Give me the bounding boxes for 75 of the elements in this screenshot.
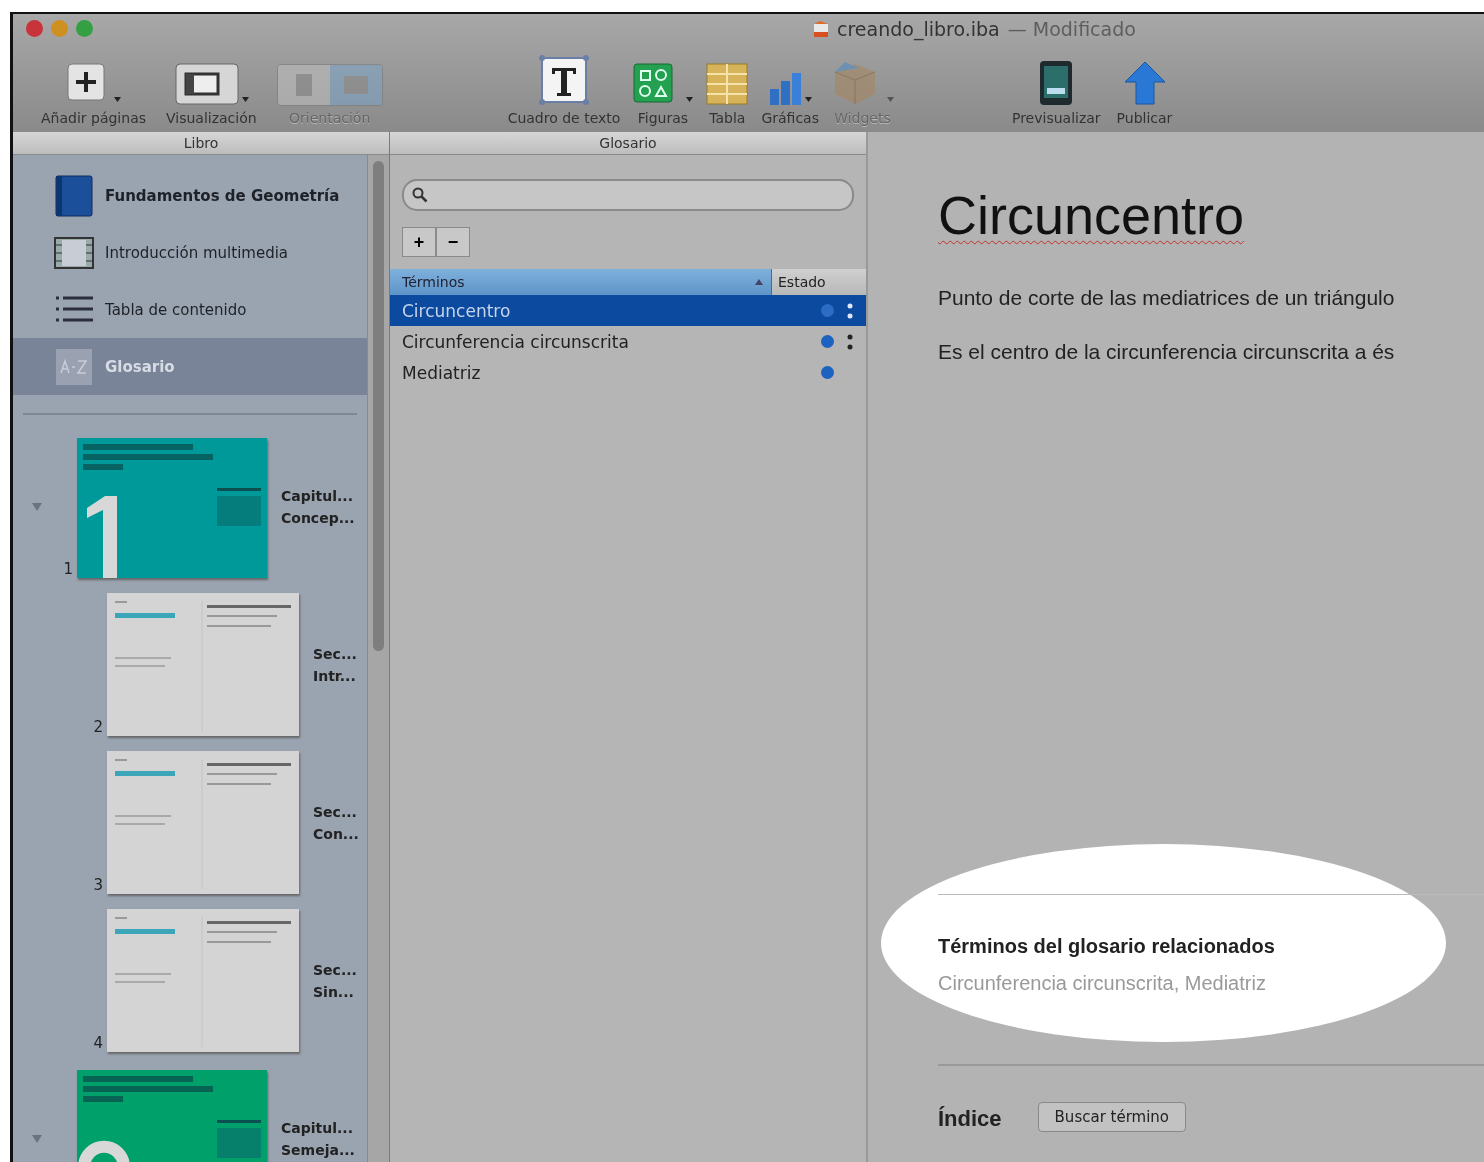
toolbar-label[interactable]: Figuras xyxy=(637,110,689,126)
page-number: 2 xyxy=(92,718,104,736)
film-strip-icon xyxy=(54,236,94,269)
term-name: Circunferencia circunscrita xyxy=(402,331,630,352)
chapter-thumbnail-drawing[interactable] xyxy=(77,438,267,578)
search-field[interactable] xyxy=(402,179,854,211)
page-number: 3 xyxy=(92,876,104,894)
page-subtitle: Intr... xyxy=(313,666,357,686)
tablet-icon xyxy=(1039,60,1074,106)
page-number: 4 xyxy=(92,1034,104,1052)
book-icon xyxy=(54,173,94,218)
status-dot-icon xyxy=(821,366,834,379)
caret-icon[interactable] xyxy=(114,97,121,102)
document-status: — Modificado xyxy=(1007,18,1136,40)
close-button[interactable] xyxy=(26,19,43,37)
disclosure-triangle-icon[interactable] xyxy=(31,501,43,512)
index-heading: Índice xyxy=(938,1106,1002,1132)
sidebar-item[interactable]: Tabla de contenido xyxy=(13,281,367,338)
window-title: creando_libro.iba xyxy=(837,18,1000,40)
page-thumbnail-drawing[interactable] xyxy=(107,593,299,736)
panel-header: Glosario xyxy=(390,132,866,155)
toolbar-label[interactable]: Publicar xyxy=(1116,110,1173,126)
caret-icon[interactable] xyxy=(686,97,694,102)
up-arrow-icon xyxy=(1122,60,1167,106)
toolbar-label[interactable]: Añadir páginas xyxy=(41,110,146,126)
term-row[interactable]: Circunferencia circunscrita xyxy=(390,326,866,357)
panel-header: Libro xyxy=(13,132,389,155)
caret-icon[interactable] xyxy=(804,97,812,102)
text-box-icon xyxy=(538,54,590,106)
page-number: 1 xyxy=(62,560,74,578)
page-title: Sec... xyxy=(313,644,357,664)
caret-icon[interactable] xyxy=(241,97,249,102)
toolbar-label[interactable]: Tabla xyxy=(709,110,746,126)
page-subtitle: Sin... xyxy=(313,982,355,1002)
page-thumbnail-drawing[interactable] xyxy=(107,909,299,1052)
toolbar-label[interactable]: Visualización xyxy=(166,110,257,126)
definition-text[interactable]: Es el centro de la circunferencia circunscrita a és xyxy=(938,340,1395,364)
page-thumbnail-drawing[interactable] xyxy=(107,751,299,894)
column-header[interactable]: Términos xyxy=(390,269,772,295)
related-heading: Términos del glosario relacionados xyxy=(938,935,1275,958)
a-z-icon xyxy=(56,348,92,385)
page-title: Capitul... xyxy=(281,1118,354,1138)
term-row[interactable]: Mediatriz xyxy=(390,357,866,388)
page-title: Sec... xyxy=(313,802,358,822)
table-icon xyxy=(705,62,750,106)
toolbar-label[interactable]: Cuadro de texto xyxy=(507,110,621,126)
page-subtitle: Concep... xyxy=(281,508,355,528)
document-icon xyxy=(813,20,829,38)
term-title[interactable]: Circuncentro xyxy=(938,184,1245,246)
toolbar-label[interactable]: Previsualizar xyxy=(1011,110,1101,126)
definition-text[interactable]: Punto de corte de las mediatrices de un triángulo xyxy=(938,286,1395,310)
status-dot-icon xyxy=(821,335,834,348)
sidebar-item[interactable]: Fundamentos de Geometría xyxy=(13,167,367,224)
sidebar-item[interactable]: Introducción multimedia xyxy=(13,224,367,281)
term-name: Circuncentro xyxy=(402,300,512,321)
search-term-button[interactable]: Buscar término xyxy=(1037,1102,1187,1132)
remove-term-button[interactable]: − xyxy=(436,227,470,257)
page-title: Sec... xyxy=(313,960,357,980)
term-name: Mediatriz xyxy=(402,362,482,383)
sort-ascending-icon xyxy=(755,279,763,285)
toolbar-label[interactable]: Gráficas xyxy=(761,110,819,126)
search-icon xyxy=(412,187,428,203)
layout-icon xyxy=(173,62,240,106)
page-subtitle: Semeja... xyxy=(281,1140,355,1160)
page-subtitle: Con... xyxy=(313,824,359,844)
column-header[interactable]: Estado xyxy=(772,269,866,295)
status-dot-icon xyxy=(821,304,834,317)
scroll-bar[interactable] xyxy=(367,155,389,1162)
minimize-button[interactable] xyxy=(51,19,68,37)
zoom-button[interactable] xyxy=(76,19,93,37)
list-icon xyxy=(54,294,94,325)
disclosure-triangle-icon[interactable] xyxy=(31,1133,43,1144)
term-row[interactable]: Circuncentro xyxy=(390,295,866,326)
add-term-button[interactable]: + xyxy=(402,227,436,257)
page-title: Capitul... xyxy=(281,486,354,506)
